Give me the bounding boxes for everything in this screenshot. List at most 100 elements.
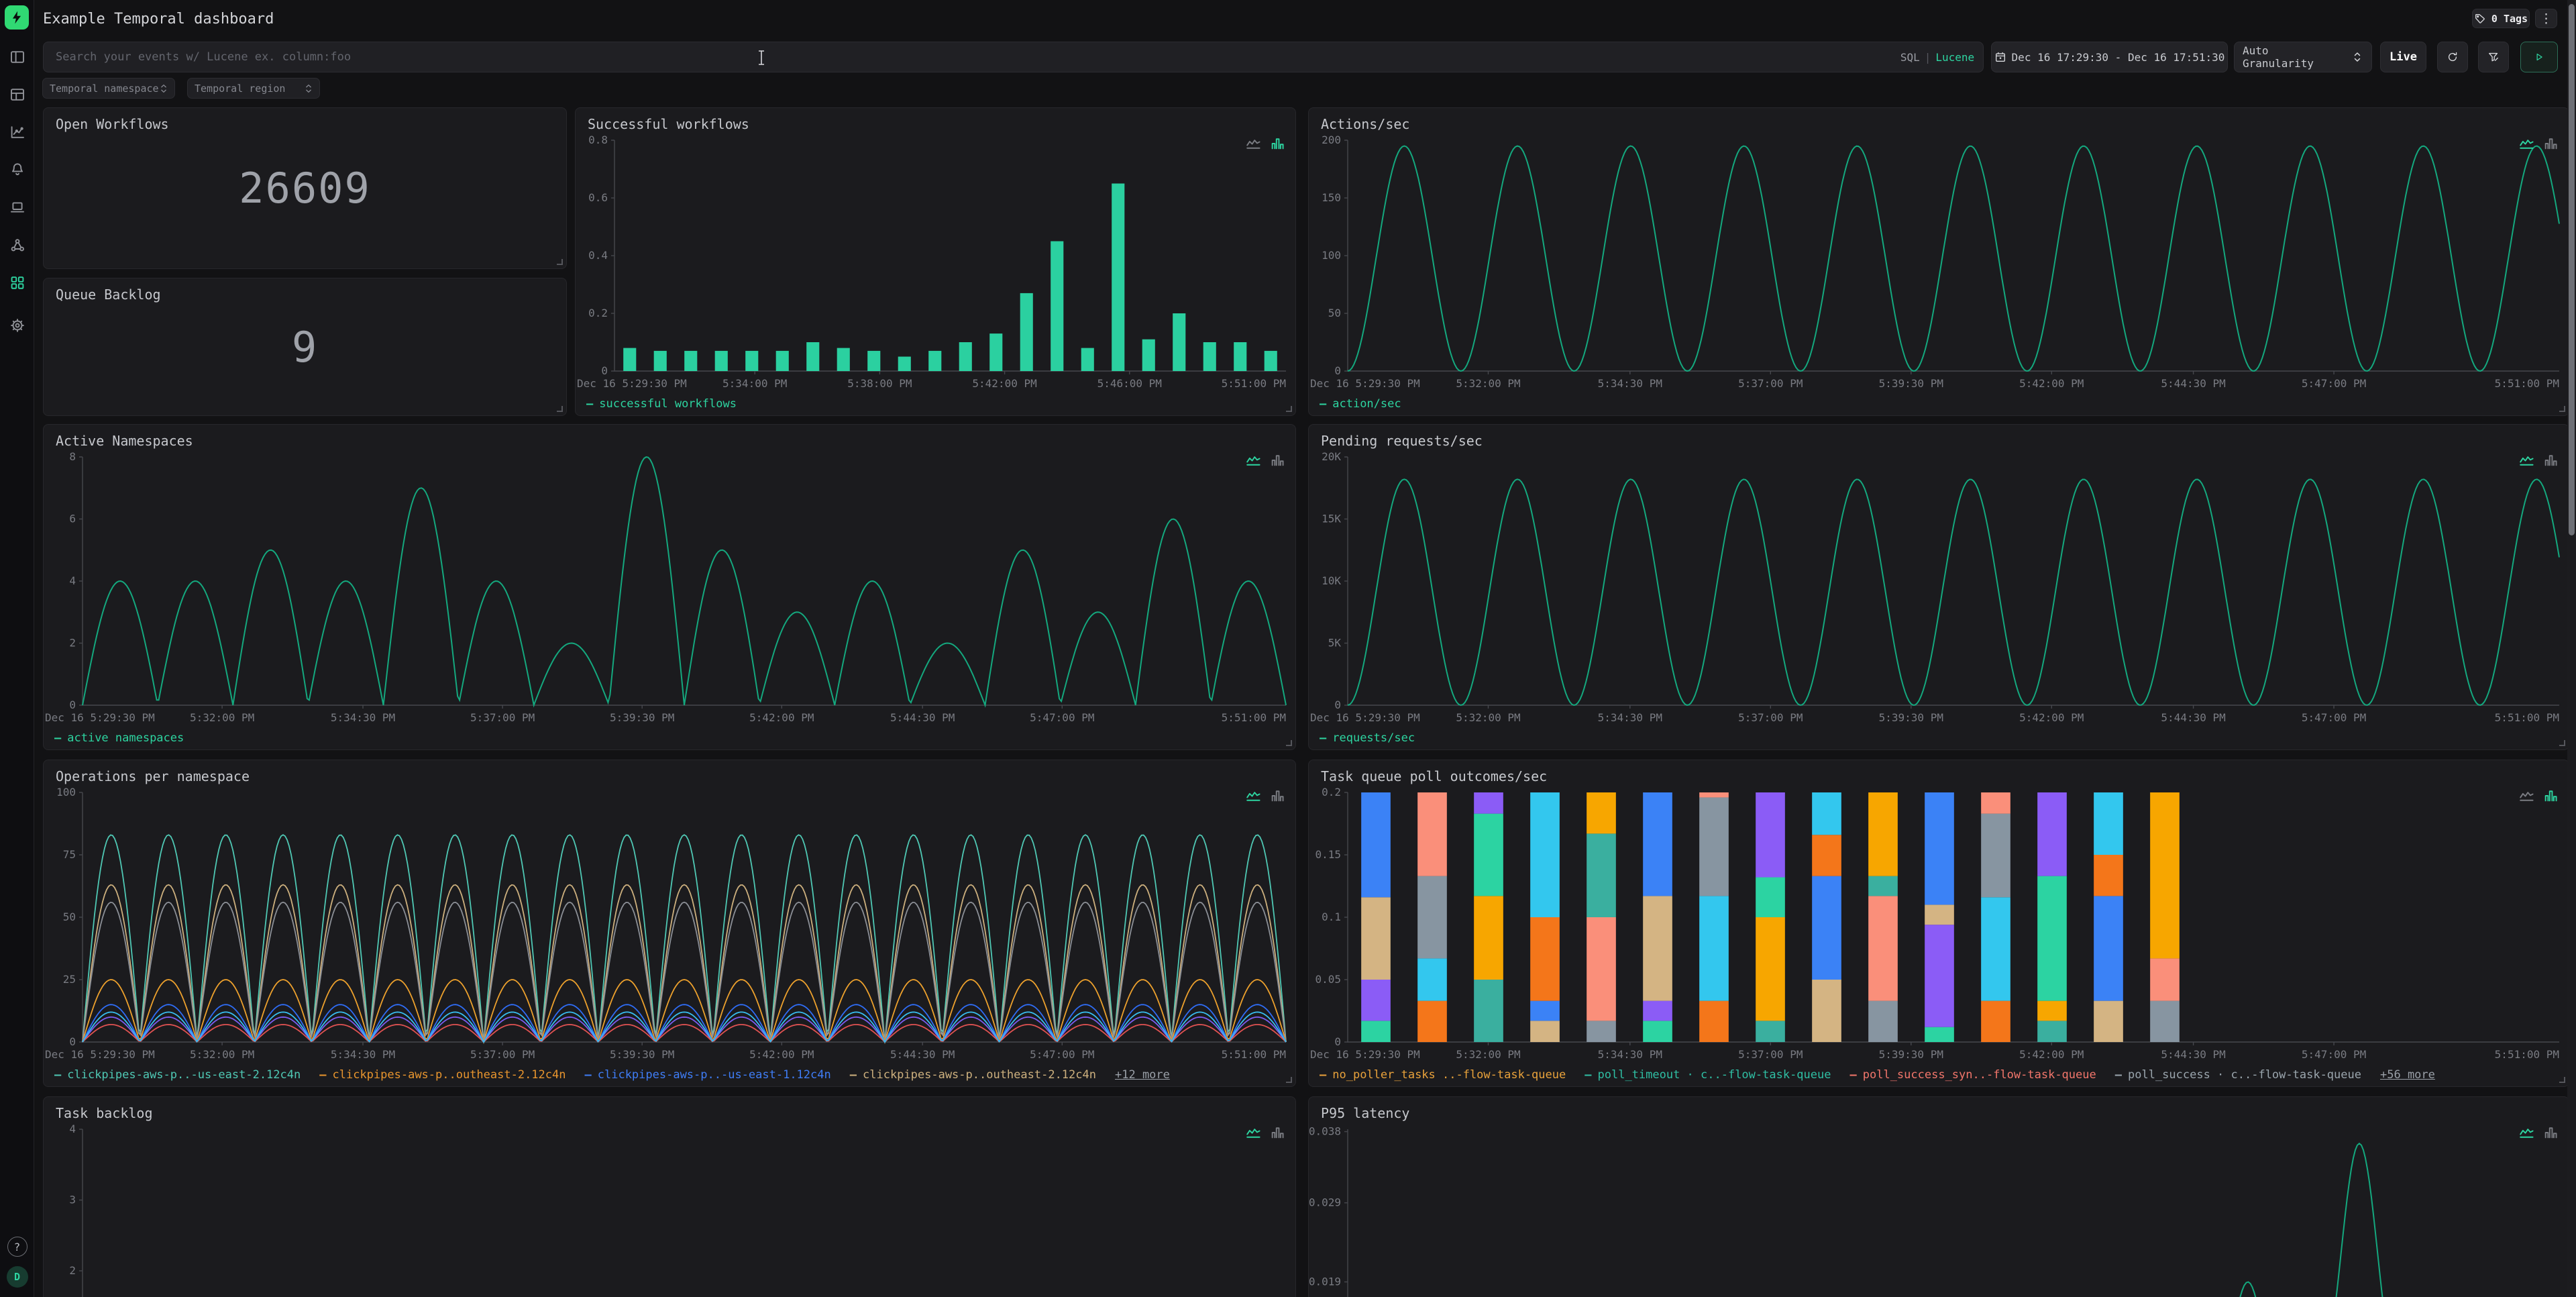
legend-item[interactable]: —no_poller_tasks ..-flow-task-queue <box>1320 1068 1566 1082</box>
service-map-icon[interactable] <box>0 235 34 255</box>
chart-canvas[interactable]: 0255075100Dec 16 5:29:30 PM5:32:00 PM5:3… <box>44 786 1295 1062</box>
legend-more-link[interactable]: +12 more <box>1115 1068 1170 1082</box>
scrollbar-track[interactable] <box>2567 0 2576 1297</box>
dashboards-icon[interactable] <box>0 272 34 293</box>
user-avatar[interactable]: D <box>7 1266 28 1288</box>
svg-text:0.1: 0.1 <box>1322 911 1341 923</box>
alerts-bell-icon[interactable] <box>0 160 34 180</box>
resize-handle[interactable] <box>1286 406 1292 412</box>
sql-lucene-toggle[interactable]: SQL | Lucene <box>1892 42 1984 72</box>
legend-item[interactable]: —poll_success_syn..-flow-task-queue <box>1850 1068 2096 1082</box>
svg-text:5:32:00 PM: 5:32:00 PM <box>1456 711 1520 724</box>
svg-text:6: 6 <box>69 513 76 525</box>
svg-text:5:47:00 PM: 5:47:00 PM <box>2302 377 2366 390</box>
svg-text:5:34:30 PM: 5:34:30 PM <box>1598 711 1662 724</box>
filter-button[interactable] <box>2478 42 2509 72</box>
line-chart-toggle-icon[interactable] <box>1246 1127 1261 1141</box>
chart-type-toggles <box>2520 790 2558 805</box>
legend-item[interactable]: —clickpipes-aws-p..-us-east-1.12c4n <box>585 1068 831 1082</box>
panel-successful-workflows: Successful workflows 00.20.40.60.8Dec 16… <box>575 107 1296 416</box>
line-chart-toggle-icon[interactable] <box>1246 454 1261 469</box>
resize-handle[interactable] <box>2559 740 2565 746</box>
svg-text:5:37:00 PM: 5:37:00 PM <box>1738 1048 1803 1061</box>
legend-item[interactable]: —clickpipes-aws-p..outheast-2.12c4n <box>319 1068 566 1082</box>
chart-type-toggles <box>2520 138 2558 152</box>
svg-text:200: 200 <box>1322 134 1341 146</box>
line-chart-toggle-icon[interactable] <box>2520 454 2534 469</box>
svg-text:3: 3 <box>69 1194 76 1206</box>
svg-text:0: 0 <box>69 1035 76 1048</box>
search-results-table-icon[interactable] <box>0 85 34 105</box>
bar-chart-toggle-icon[interactable] <box>1270 1127 1285 1141</box>
app-logo[interactable] <box>5 5 29 30</box>
page-title: Example Temporal dashboard <box>43 11 274 28</box>
svg-text:Dec 16 5:29:30 PM: Dec 16 5:29:30 PM <box>577 377 687 390</box>
bar-chart-toggle-icon[interactable] <box>2543 138 2558 152</box>
bar-chart-toggle-icon[interactable] <box>2543 454 2558 469</box>
svg-text:10K: 10K <box>1322 574 1341 587</box>
svg-text:5:34:30 PM: 5:34:30 PM <box>1598 377 1662 390</box>
chart-canvas[interactable]: 05K10K15K20KDec 16 5:29:30 PM5:32:00 PM5… <box>1309 450 2569 725</box>
settings-gear-icon[interactable] <box>0 315 34 335</box>
legend-item[interactable]: —poll_timeout · c..-flow-task-queue <box>1585 1068 1831 1082</box>
live-button[interactable]: Live <box>2380 42 2426 72</box>
scrollbar-thumb[interactable] <box>2569 4 2575 535</box>
legend-item[interactable]: —requests/sec <box>1320 731 1415 745</box>
legend-item[interactable]: —action/sec <box>1320 397 1401 411</box>
bar-chart-toggle-icon[interactable] <box>2543 1127 2558 1141</box>
svg-text:5K: 5K <box>1328 637 1342 650</box>
legend-item[interactable]: —successful workflows <box>586 397 737 411</box>
bar-chart-toggle-icon[interactable] <box>1270 138 1285 152</box>
resize-handle[interactable] <box>2559 406 2565 412</box>
run-query-button[interactable] <box>2520 42 2558 72</box>
svg-text:5:42:00 PM: 5:42:00 PM <box>972 377 1036 390</box>
svg-text:5:51:00 PM: 5:51:00 PM <box>2495 377 2559 390</box>
svg-text:50: 50 <box>63 911 76 923</box>
tags-button[interactable]: 0 Tags <box>2472 9 2530 28</box>
svg-text:5:42:00 PM: 5:42:00 PM <box>2019 711 2084 724</box>
line-chart-toggle-icon[interactable] <box>1246 790 1261 805</box>
svg-text:0.8: 0.8 <box>588 134 608 146</box>
filter-temporal-region[interactable]: Temporal region <box>187 78 320 99</box>
refresh-button[interactable] <box>2437 42 2468 72</box>
bar-chart-toggle-icon[interactable] <box>1270 454 1285 469</box>
chart-explorer-icon[interactable] <box>0 122 34 142</box>
chart-canvas[interactable]: 0.0380.0290.019 <box>1309 1123 2569 1297</box>
line-chart-toggle-icon[interactable] <box>2520 790 2534 805</box>
chart-canvas[interactable]: 432 <box>44 1123 1295 1297</box>
resize-handle[interactable] <box>557 259 563 265</box>
line-chart-toggle-icon[interactable] <box>2520 138 2534 152</box>
search-input[interactable] <box>43 42 1892 72</box>
date-range-picker[interactable]: Dec 16 17:29:30 - Dec 16 17:51:30 <box>1991 42 2228 72</box>
filter-temporal-namespace[interactable]: Temporal namespace <box>42 78 175 99</box>
chevron-updown-icon <box>305 83 313 94</box>
svg-text:5:47:00 PM: 5:47:00 PM <box>2302 711 2366 724</box>
chart-canvas[interactable]: 00.20.40.60.8Dec 16 5:29:30 PM5:34:00 PM… <box>576 134 1295 391</box>
legend-more-link[interactable]: +56 more <box>2380 1068 2435 1082</box>
chart-canvas[interactable]: 050100150200Dec 16 5:29:30 PM5:32:00 PM5… <box>1309 134 2569 391</box>
chart-type-toggles <box>1246 1127 1285 1141</box>
resize-handle[interactable] <box>557 406 563 412</box>
legend-item[interactable]: —clickpipes-aws-p..outheast-2.12c4n <box>850 1068 1096 1082</box>
panel-title: Successful workflows <box>588 116 749 132</box>
legend-item[interactable]: —clickpipes-aws-p..-us-east-2.12c4n <box>54 1068 301 1082</box>
svg-text:5:47:00 PM: 5:47:00 PM <box>1030 1048 1094 1061</box>
resize-handle[interactable] <box>1286 740 1292 746</box>
help-button[interactable]: ? <box>7 1237 28 1257</box>
line-chart-toggle-icon[interactable] <box>1246 138 1261 152</box>
granularity-select[interactable]: Auto Granularity <box>2234 42 2372 72</box>
svg-text:5:37:00 PM: 5:37:00 PM <box>470 1048 535 1061</box>
legend-item[interactable]: —active namespaces <box>54 731 184 745</box>
svg-text:5:42:00 PM: 5:42:00 PM <box>2019 1048 2084 1061</box>
bar-chart-toggle-icon[interactable] <box>2543 790 2558 805</box>
client-sessions-laptop-icon[interactable] <box>0 197 34 217</box>
bar-chart-toggle-icon[interactable] <box>1270 790 1285 805</box>
legend-item[interactable]: —poll_success · c..-flow-task-queue <box>2115 1068 2361 1082</box>
collapse-sidebar-icon[interactable] <box>0 47 34 67</box>
line-chart-toggle-icon[interactable] <box>2520 1127 2534 1141</box>
resize-handle[interactable] <box>2559 1077 2565 1083</box>
resize-handle[interactable] <box>1286 1077 1292 1083</box>
kebab-menu-button[interactable]: ⋮ <box>2535 9 2557 28</box>
chart-canvas[interactable]: 00.050.10.150.2Dec 16 5:29:30 PM5:32:00 … <box>1309 786 2569 1062</box>
chart-canvas[interactable]: 02468Dec 16 5:29:30 PM5:32:00 PM5:34:30 … <box>44 450 1295 725</box>
